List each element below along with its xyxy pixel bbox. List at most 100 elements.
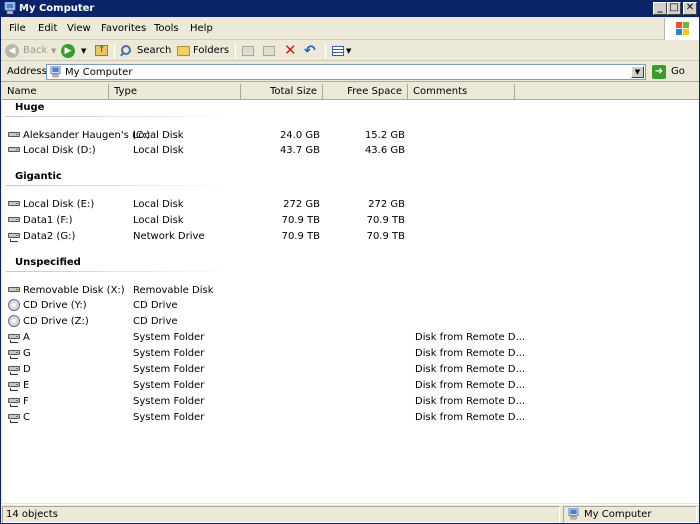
menu-help[interactable]: Help [190, 23, 213, 35]
drive-name: E [23, 380, 30, 391]
address-field[interactable]: My Computer ▼ [46, 64, 646, 80]
total-size: 272 GB [283, 199, 320, 210]
drive-name: C [23, 412, 30, 423]
folder-icon [177, 46, 190, 56]
drive-row[interactable]: C System Folder Disk from Remote D... [2, 410, 699, 426]
drive-type: System Folder [133, 348, 205, 359]
up-folder-button[interactable]: ↑ [94, 43, 110, 59]
drive-row[interactable]: Removable Disk (X:) Removable Disk [2, 283, 699, 299]
drive-row[interactable]: Local Disk (D:) Local Disk 43.7 GB 43.6 GB [2, 143, 699, 159]
toolbar: ◀ Back ▼ ▶ ▼ ↑ Search Folders ✕ ↶ ▼ [1, 41, 699, 61]
menu-bar: File Edit View Favorites Tools Help [1, 18, 699, 40]
file-list[interactable]: Name Type Total Size Free Space Comments… [2, 84, 699, 503]
drive-row[interactable]: Aleksander Haugen's (C:) Local Disk 24.0 G… [2, 128, 699, 144]
group-header[interactable]: Gigantic [15, 171, 62, 182]
free-space: 272 GB [368, 199, 405, 210]
forward-dropdown-icon: ▼ [81, 47, 87, 55]
comment: Disk from Remote D... [415, 332, 526, 343]
disk-shape [8, 414, 20, 419]
drive-row[interactable]: A System Folder Disk from Remote D... [2, 330, 699, 346]
drive-row[interactable]: G System Folder Disk from Remote D... [2, 346, 699, 362]
address-bar: Address My Computer ▼ ➜ Go [1, 62, 699, 82]
drive-name: Removable Disk (X:) [23, 285, 125, 296]
undo-icon: ↶ [304, 43, 316, 59]
drive-name: D [23, 364, 31, 375]
drive-row[interactable]: F System Folder Disk from Remote D... [2, 394, 699, 410]
comment: Disk from Remote D... [415, 348, 526, 359]
column-type[interactable]: Type [109, 84, 241, 100]
menu-edit[interactable]: Edit [38, 23, 57, 35]
undo-button[interactable]: ↶ [303, 43, 319, 59]
drive-name: F [23, 396, 29, 407]
windows-logo [664, 18, 699, 40]
drive-name: A [23, 332, 30, 343]
network-cable-shape [10, 372, 18, 375]
drive-row[interactable]: E System Folder Disk from Remote D... [2, 378, 699, 394]
drive-type: Local Disk [133, 199, 184, 210]
column-name[interactable]: Name [2, 84, 109, 100]
views-icon [332, 46, 344, 56]
drive-row[interactable]: CD Drive (Y:) CD Drive [2, 298, 699, 314]
menu-view[interactable]: View [67, 23, 91, 35]
column-comments[interactable]: Comments [408, 84, 515, 100]
delete-button[interactable]: ✕ [283, 41, 299, 59]
menu-tools[interactable]: Tools [154, 23, 179, 35]
folders-label: Folders [193, 45, 230, 56]
status-count: 14 objects [2, 506, 560, 523]
copy-to-button[interactable] [262, 43, 278, 59]
my-computer-icon [568, 508, 579, 520]
back-label: Back [23, 45, 48, 56]
network-cable-shape [10, 388, 18, 391]
forward-button[interactable]: ▶ ▼ [61, 43, 89, 59]
local-disk-icon [7, 144, 21, 156]
menu-file[interactable]: File [9, 23, 26, 35]
folders-button[interactable]: Folders [176, 43, 230, 59]
back-dropdown-icon: ▼ [51, 47, 57, 55]
move-to-button[interactable] [241, 43, 257, 59]
column-free-space[interactable]: Free Space [323, 84, 408, 100]
local-disk-icon [7, 129, 21, 141]
my-computer-icon [50, 66, 61, 78]
drive-type: System Folder [133, 332, 205, 343]
search-label: Search [137, 45, 172, 56]
group-divider [6, 185, 234, 186]
address-dropdown-button[interactable]: ▼ [631, 66, 644, 78]
drive-type: System Folder [133, 412, 205, 423]
go-button[interactable]: ➜ Go [651, 64, 695, 80]
back-arrow-icon: ◀ [5, 44, 19, 58]
group-header[interactable]: Huge [15, 102, 44, 113]
maximize-button[interactable]: □ [667, 2, 681, 15]
search-button[interactable]: Search [120, 43, 172, 59]
delete-icon: ✕ [284, 41, 297, 59]
drive-row[interactable]: Local Disk (E:) Local Disk 272 GB 272 GB [2, 197, 699, 213]
my-computer-icon [4, 2, 16, 15]
drive-row[interactable]: Data1 (F:) Local Disk 70.9 TB 70.9 TB [2, 213, 699, 229]
disk-shape [8, 334, 20, 339]
local-disk-icon [7, 198, 21, 210]
network-drive-icon [7, 395, 21, 407]
network-drive-icon [7, 363, 21, 375]
window-title: My Computer [19, 3, 95, 14]
address-value: My Computer [65, 67, 133, 78]
drive-row[interactable]: Data2 (G:) Network Drive 70.9 TB 70.9 TB [2, 229, 699, 245]
disk-shape [8, 287, 20, 292]
comment: Disk from Remote D... [415, 364, 526, 375]
group-header[interactable]: Unspecified [15, 257, 81, 268]
views-button[interactable]: ▼ [331, 43, 353, 59]
window: My Computer _ □ ✕ File Edit View Favorit… [0, 0, 700, 524]
drive-row[interactable]: D System Folder Disk from Remote D... [2, 362, 699, 378]
free-space: 43.6 GB [364, 145, 405, 156]
column-total-size[interactable]: Total Size [241, 84, 323, 100]
drive-row[interactable]: CD Drive (Z:) CD Drive [2, 314, 699, 330]
disk-shape [8, 382, 20, 387]
drive-type: Local Disk [133, 130, 184, 141]
minimize-button[interactable]: _ [653, 2, 667, 15]
drive-type: Local Disk [133, 215, 184, 226]
back-button[interactable]: ◀ Back ▼ [5, 43, 57, 59]
menu-favorites[interactable]: Favorites [101, 23, 146, 35]
title-bar[interactable]: My Computer _ □ ✕ [1, 1, 699, 17]
network-cable-shape [10, 420, 18, 423]
drive-type: System Folder [133, 364, 205, 375]
close-button[interactable]: ✕ [683, 2, 697, 15]
disk-shape [8, 233, 20, 238]
